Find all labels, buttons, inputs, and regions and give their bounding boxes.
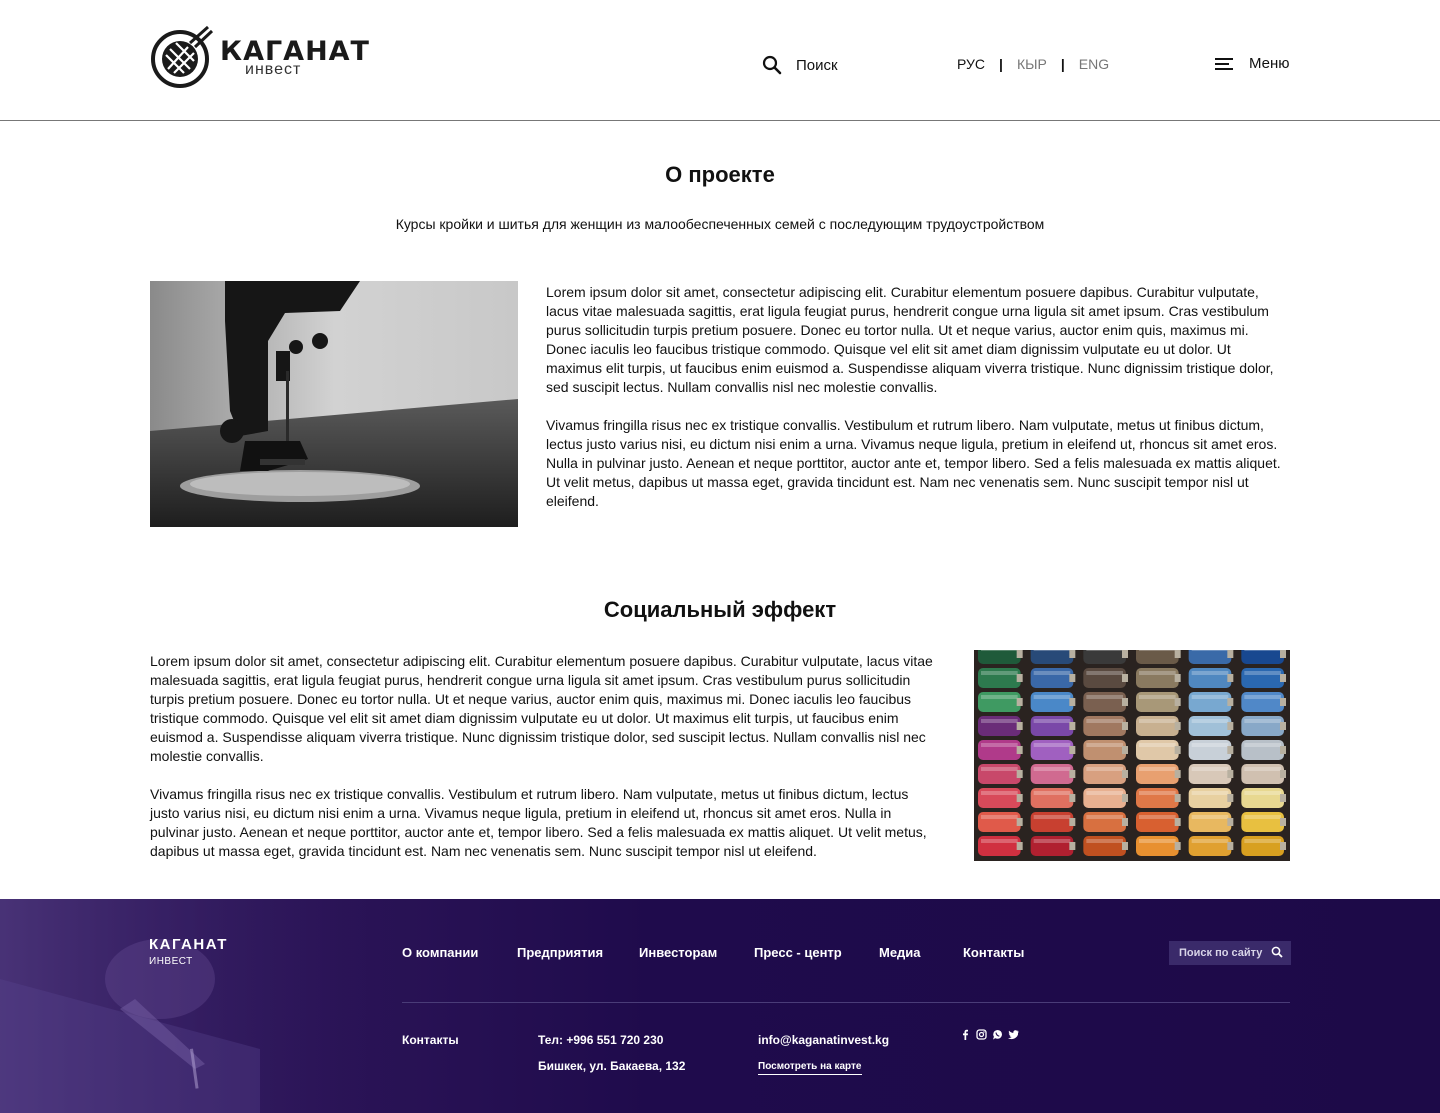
footer-divider (402, 1002, 1290, 1003)
social-paragraph: Vivamus fringilla risus nec ex tristique… (150, 786, 927, 859)
about-text: Lorem ipsum dolor sit amet, consectetur … (546, 283, 1286, 511)
menu-button[interactable]: Меню (1215, 55, 1290, 72)
footer-background-photo (0, 899, 420, 1113)
social-effect-text: Lorem ipsum dolor sit amet, consectetur … (150, 652, 940, 861)
footer-contacts-label: Контакты (402, 1033, 459, 1047)
about-subtitle: Курсы кройки и шитья для женщин из малоо… (395, 216, 1045, 232)
footer-phone[interactable]: Тел: +996 551 720 230 (538, 1033, 663, 1047)
lang-en[interactable]: ENG (1079, 56, 1109, 72)
logo[interactable]: КАГАНАТ инвест (150, 25, 369, 90)
thread-spools-image (974, 650, 1290, 861)
footer-nav-enterprises[interactable]: Предприятия (517, 945, 603, 960)
search-label: Поиск (796, 56, 838, 74)
social-effect-title: Социальный эффект (603, 597, 837, 622)
site-header: КАГАНАТ инвест Поиск РУС | КЫР | ENG Мен… (0, 0, 1440, 121)
footer-logo-title[interactable]: КАГАНАТ (149, 936, 228, 953)
view-on-map-link[interactable]: Посмотреть на карте (758, 1061, 862, 1075)
footer-search-input[interactable] (1179, 947, 1265, 959)
about-paragraph: Vivamus fringilla risus nec ex tristique… (546, 417, 1281, 509)
search-icon[interactable] (1271, 946, 1283, 958)
site-footer: КАГАНАТ ИНВЕСТ О компании Предприятия Ин… (0, 899, 1440, 1113)
footer-nav-investors[interactable]: Инвесторам (639, 945, 717, 960)
social-paragraph: Lorem ipsum dolor sit amet, consectetur … (150, 653, 933, 764)
lang-separator: | (999, 56, 1003, 72)
lang-ky[interactable]: КЫР (1017, 56, 1047, 72)
footer-nav-press[interactable]: Пресс - центр (754, 945, 842, 960)
sewing-machine-image (150, 281, 518, 527)
instagram-icon[interactable] (976, 1029, 987, 1040)
footer-nav-media[interactable]: Медиа (879, 945, 921, 960)
menu-label: Меню (1249, 55, 1290, 72)
search-button[interactable]: Поиск (762, 53, 838, 77)
facebook-icon[interactable] (960, 1029, 971, 1040)
logo-mark-icon (151, 25, 214, 88)
logo-subtitle: инвест (245, 61, 302, 78)
footer-nav-about[interactable]: О компании (402, 945, 478, 960)
about-title: О проекте (665, 162, 775, 187)
search-icon (762, 55, 782, 75)
hamburger-icon (1215, 57, 1233, 70)
footer-email[interactable]: info@kaganatinvest.kg (758, 1033, 889, 1047)
lang-ru[interactable]: РУС (957, 56, 985, 72)
footer-logo-subtitle: ИНВЕСТ (149, 956, 193, 967)
twitter-icon[interactable] (1008, 1029, 1019, 1040)
lang-separator: | (1060, 56, 1065, 72)
footer-address: Бишкек, ул. Бакаева, 132 (538, 1059, 686, 1073)
footer-search (1169, 941, 1291, 965)
about-paragraph: Lorem ipsum dolor sit amet, consectetur … (546, 284, 1274, 395)
language-switcher: РУС | КЫР | ENG (957, 56, 1109, 72)
footer-nav-contacts[interactable]: Контакты (963, 945, 1024, 960)
social-links (960, 1029, 1019, 1040)
whatsapp-icon[interactable] (992, 1029, 1003, 1040)
